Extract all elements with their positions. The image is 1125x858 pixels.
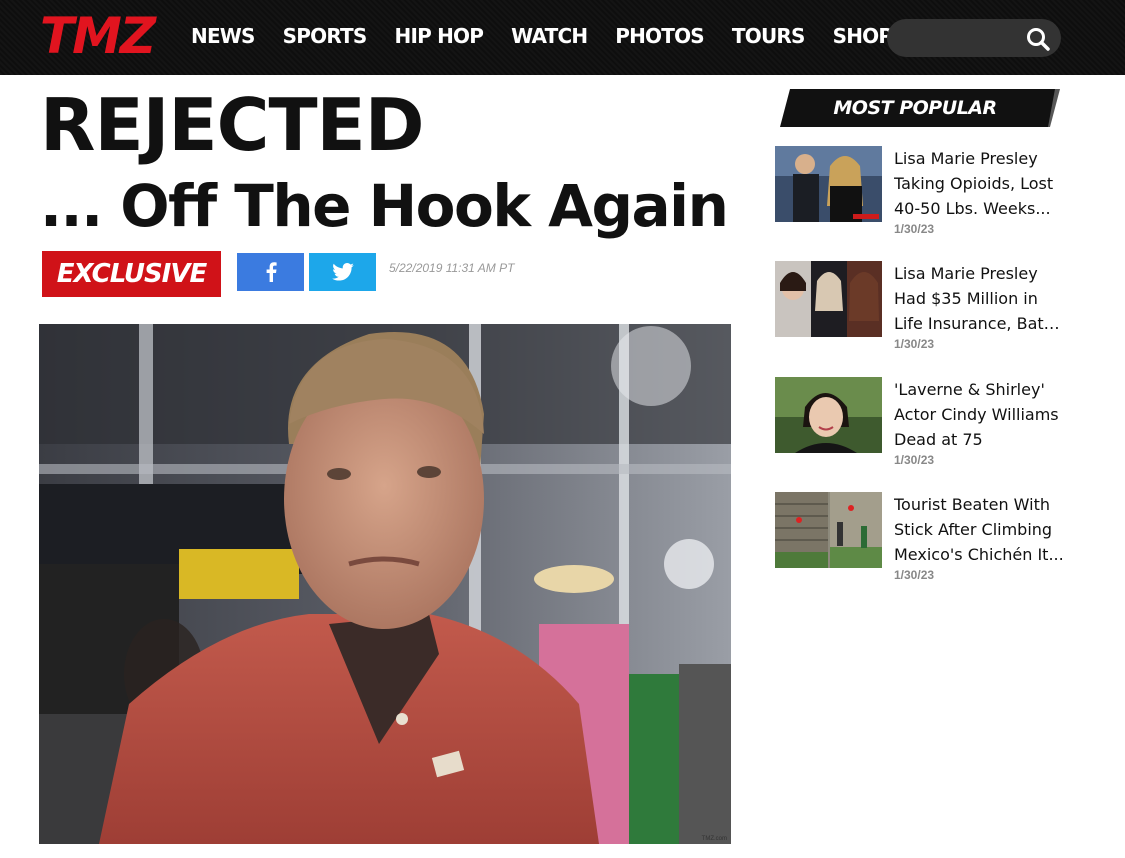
headline-secondary: ... Off The Hook Again	[40, 172, 729, 240]
nav-sports[interactable]: SPORTS	[283, 22, 368, 50]
article-photo-image	[39, 324, 731, 844]
title-line: Actor Cindy Williams	[894, 405, 1059, 424]
title-line: Life Insurance, Batt...	[894, 314, 1064, 333]
search-icon	[1027, 28, 1050, 51]
popular-item-date: 1/30/23	[894, 568, 935, 582]
exclusive-badge: EXCLUSIVE	[42, 251, 221, 297]
popular-item-date: 1/30/23	[894, 337, 935, 351]
facebook-share-button[interactable]	[237, 253, 304, 291]
popular-item-date: 1/30/23	[894, 453, 935, 467]
tmz-logo[interactable]: TMZ	[40, 8, 156, 64]
nav-news[interactable]: NEWS	[191, 22, 255, 50]
most-popular-title: MOST POPULAR	[833, 97, 997, 119]
popular-thumbnail	[775, 377, 882, 453]
site-header: TMZ NEWS SPORTS HIP HOP WATCH PHOTOS TOU…	[0, 0, 1125, 75]
popular-item[interactable]: 'Laverne & Shirley' Actor Cindy Williams…	[775, 377, 1065, 473]
title-line: Mexico's Chichén It...	[894, 545, 1064, 564]
nav-watch[interactable]: WATCH	[511, 22, 588, 50]
title-line: Tourist Beaten With	[894, 495, 1050, 514]
facebook-icon	[266, 262, 277, 282]
search-button[interactable]	[1025, 26, 1051, 52]
article-photo[interactable]: TMZ.com	[39, 324, 731, 844]
title-line: Lisa Marie Presley	[894, 149, 1038, 168]
popular-thumbnail	[775, 261, 882, 337]
search-input[interactable]	[901, 27, 1025, 51]
popular-item[interactable]: Tourist Beaten With Stick After Climbing…	[775, 492, 1065, 588]
popular-item[interactable]: Lisa Marie Presley Taking Opioids, Lost …	[775, 146, 1065, 242]
popular-item-title: Lisa Marie Presley Taking Opioids, Lost …	[894, 146, 1064, 221]
photo-credit: TMZ.com	[701, 836, 727, 842]
title-line: Lisa Marie Presley	[894, 264, 1038, 283]
nav-tours[interactable]: TOURS	[732, 22, 805, 50]
title-line: Had $35 Million in	[894, 289, 1038, 308]
twitter-icon	[331, 263, 354, 281]
search-box	[887, 19, 1061, 57]
most-popular-header: MOST POPULAR	[780, 89, 1060, 129]
title-line: 'Laverne & Shirley'	[894, 380, 1045, 399]
twitter-share-button[interactable]	[309, 253, 376, 291]
popular-item-title: Lisa Marie Presley Had $35 Million in Li…	[894, 261, 1064, 336]
nav-shop[interactable]: SHOP	[833, 22, 893, 50]
nav-photos[interactable]: PHOTOS	[615, 22, 704, 50]
title-line: Taking Opioids, Lost	[894, 174, 1054, 193]
title-line: Stick After Climbing	[894, 520, 1053, 539]
popular-thumbnail	[775, 492, 882, 568]
article-headline: REJECTED ... Off The Hook Again	[40, 80, 740, 242]
headline-primary: REJECTED	[40, 83, 425, 167]
popular-item[interactable]: Lisa Marie Presley Had $35 Million in Li…	[775, 261, 1065, 357]
popular-item-date: 1/30/23	[894, 222, 935, 236]
title-line: Dead at 75	[894, 430, 983, 449]
nav-hip-hop[interactable]: HIP HOP	[395, 22, 484, 50]
title-line: 40-50 Lbs. Weeks...	[894, 199, 1051, 218]
article-timestamp: 5/22/2019 11:31 AM PT	[389, 261, 515, 275]
popular-item-title: Tourist Beaten With Stick After Climbing…	[894, 492, 1064, 567]
main-nav: NEWS SPORTS HIP HOP WATCH PHOTOS TOURS S…	[191, 22, 920, 50]
popular-thumbnail	[775, 146, 882, 222]
popular-item-title: 'Laverne & Shirley' Actor Cindy Williams…	[894, 377, 1064, 452]
